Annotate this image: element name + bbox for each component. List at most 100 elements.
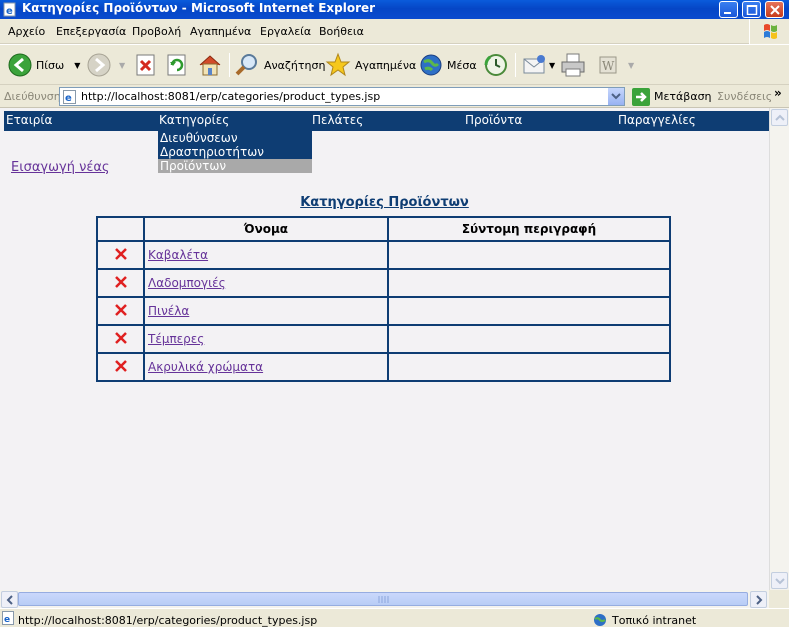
back-dropdown-icon[interactable]: ▼ bbox=[74, 61, 80, 70]
table-row: Λαδομπογιές bbox=[96, 268, 672, 298]
links-toolbar[interactable]: Συνδέσεις bbox=[717, 90, 772, 103]
svg-text:e: e bbox=[65, 93, 72, 104]
home-button[interactable] bbox=[197, 51, 223, 79]
scroll-down-button[interactable] bbox=[771, 572, 788, 589]
page-content: Εταιρία Κατηγορίες Πελάτες Προϊόντα Παρα… bbox=[0, 108, 769, 590]
categories-dropdown: Διευθύνσεων Δραστηριοτήτων Προϊόντων bbox=[158, 131, 312, 173]
delete-x-icon[interactable] bbox=[114, 247, 128, 261]
edit-button[interactable]: W ▼ bbox=[598, 51, 634, 79]
title-bar: e Κατηγορίες Προϊόντων - Microsoft Inter… bbox=[0, 0, 789, 19]
table-row: Καβαλέτα bbox=[96, 240, 672, 270]
category-link[interactable]: Ακρυλικά χρώματα bbox=[148, 360, 263, 374]
description-cell bbox=[386, 352, 672, 382]
delete-cell bbox=[96, 268, 145, 298]
status-bar: e http://localhost:8081/erp/categories/p… bbox=[0, 608, 789, 627]
insert-new-link[interactable]: Εισαγωγή νέας bbox=[11, 160, 110, 175]
menu-help[interactable]: Βοήθεια bbox=[319, 25, 364, 38]
vertical-scrollbar[interactable] bbox=[769, 108, 789, 590]
name-cell: Λαδομπογιές bbox=[143, 268, 389, 298]
toolbar-overflow-icon[interactable]: » bbox=[774, 86, 782, 100]
word-edit-icon: W bbox=[599, 56, 617, 74]
address-label: Διεύθυνση bbox=[4, 90, 61, 103]
mail-dropdown-icon[interactable]: ▼ bbox=[549, 61, 555, 70]
mail-icon bbox=[523, 55, 545, 74]
chevron-right-icon bbox=[756, 595, 763, 605]
table-row: Ακρυλικά χρώματα bbox=[96, 352, 672, 382]
refresh-button[interactable] bbox=[166, 51, 188, 79]
delete-x-icon[interactable] bbox=[114, 359, 128, 373]
media-label: Μέσα bbox=[447, 58, 477, 72]
name-cell: Καβαλέτα bbox=[143, 240, 389, 270]
stop-button[interactable] bbox=[135, 51, 157, 79]
delete-cell bbox=[96, 352, 145, 382]
delete-x-icon[interactable] bbox=[114, 303, 128, 317]
forward-button[interactable]: ▼ bbox=[87, 51, 125, 79]
nav-orders[interactable]: Παραγγελίες bbox=[618, 113, 696, 127]
nav-company[interactable]: Εταιρία bbox=[6, 113, 52, 127]
description-cell bbox=[386, 268, 672, 298]
menu-tools[interactable]: Εργαλεία bbox=[260, 25, 311, 38]
scroll-left-button[interactable] bbox=[1, 591, 18, 608]
svg-text:e: e bbox=[4, 615, 10, 625]
back-button[interactable]: Πίσω ▼ bbox=[8, 51, 80, 79]
nav-customers[interactable]: Πελάτες bbox=[312, 113, 363, 127]
scroll-up-button[interactable] bbox=[771, 109, 788, 126]
page-ie-icon: e bbox=[63, 90, 76, 104]
nav-products[interactable]: Προϊόντα bbox=[465, 113, 522, 127]
delete-x-icon[interactable] bbox=[114, 275, 128, 289]
go-label: Μετάβαση bbox=[654, 90, 712, 103]
description-cell bbox=[386, 324, 672, 354]
menu-favorites[interactable]: Αγαπημένα bbox=[190, 25, 251, 38]
search-icon bbox=[235, 54, 257, 76]
header-name: Όνομα bbox=[143, 216, 389, 242]
category-link[interactable]: Καβαλέτα bbox=[148, 248, 208, 262]
search-button[interactable]: Αναζήτηση bbox=[234, 51, 325, 79]
mail-button[interactable]: ▼ bbox=[522, 51, 555, 79]
minimize-icon bbox=[724, 12, 731, 14]
go-button[interactable]: Μετάβαση bbox=[632, 87, 712, 106]
stop-icon bbox=[136, 54, 155, 76]
grip-icon bbox=[378, 596, 389, 603]
close-button[interactable] bbox=[765, 1, 784, 18]
horizontal-scroll-thumb[interactable] bbox=[18, 592, 748, 606]
description-cell bbox=[386, 296, 672, 326]
category-link[interactable]: Πινέλα bbox=[148, 304, 189, 318]
nav-categories[interactable]: Κατηγορίες bbox=[159, 113, 229, 127]
refresh-icon bbox=[167, 54, 186, 76]
print-button[interactable] bbox=[560, 51, 586, 79]
table-title[interactable]: Κατηγορίες Προϊόντων bbox=[0, 195, 769, 210]
category-link[interactable]: Λαδομπογιές bbox=[148, 276, 226, 290]
address-url: http://localhost:8081/erp/categories/pro… bbox=[81, 90, 381, 103]
scroll-right-button[interactable] bbox=[750, 591, 767, 608]
horizontal-scrollbar[interactable] bbox=[0, 590, 769, 608]
history-icon bbox=[484, 54, 507, 76]
close-icon bbox=[770, 5, 780, 15]
chevron-down-icon bbox=[775, 578, 785, 585]
ie-page-icon: e bbox=[3, 2, 16, 17]
delete-cell bbox=[96, 324, 145, 354]
go-arrow-icon bbox=[632, 87, 650, 106]
dropdown-item-products[interactable]: Προϊόντων bbox=[158, 159, 312, 173]
name-cell: Πινέλα bbox=[143, 296, 389, 326]
category-link[interactable]: Τέμπερες bbox=[148, 332, 204, 346]
forward-dropdown-icon: ▼ bbox=[119, 60, 126, 70]
dropdown-item-addresses[interactable]: Διευθύνσεων bbox=[158, 131, 312, 145]
menu-bar: Αρχείο Επεξεργασία Προβολή Αγαπημένα Εργ… bbox=[0, 19, 789, 44]
menu-edit[interactable]: Επεξεργασία bbox=[56, 25, 126, 38]
media-button[interactable]: Μέσα bbox=[419, 51, 477, 79]
svg-text:e: e bbox=[6, 6, 13, 17]
delete-x-icon[interactable] bbox=[114, 331, 128, 345]
favorites-button[interactable]: Αγαπημένα bbox=[325, 51, 416, 79]
minimize-button[interactable] bbox=[719, 1, 738, 18]
description-cell bbox=[386, 240, 672, 270]
maximize-button[interactable] bbox=[742, 1, 761, 18]
dropdown-item-activities[interactable]: Δραστηριοτήτων bbox=[158, 145, 312, 159]
status-text: http://localhost:8081/erp/categories/pro… bbox=[18, 614, 318, 627]
address-input[interactable]: e http://localhost:8081/erp/categories/p… bbox=[59, 87, 625, 106]
menu-view[interactable]: Προβολή bbox=[132, 25, 181, 38]
address-dropdown-button[interactable] bbox=[607, 88, 624, 105]
history-button[interactable] bbox=[483, 51, 509, 79]
menu-file[interactable]: Αρχείο bbox=[8, 25, 45, 38]
svg-text:W: W bbox=[602, 59, 615, 73]
zone-label: Τοπικό intranet bbox=[612, 613, 697, 627]
